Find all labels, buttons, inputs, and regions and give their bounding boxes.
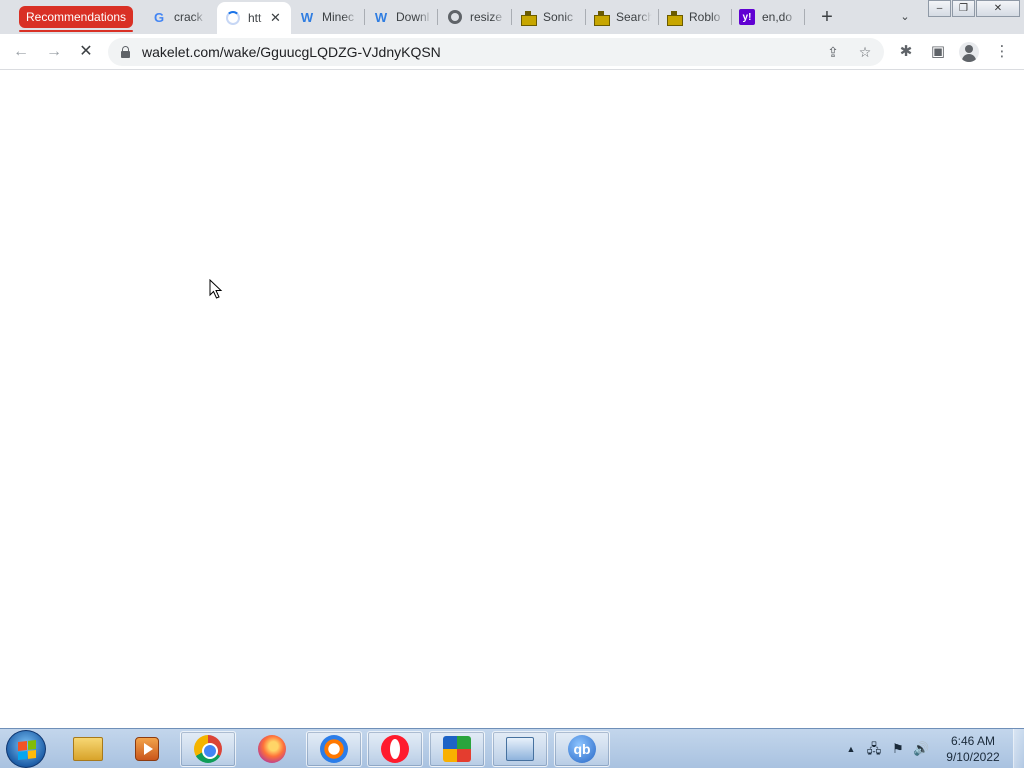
qbittorrent-icon: qb (568, 735, 596, 763)
tab-title: Search (616, 10, 652, 24)
taskbar-control-panel[interactable] (492, 731, 548, 767)
close-window-button[interactable]: ✕ (976, 0, 1020, 17)
tab-resize[interactable]: resize (438, 0, 512, 34)
tab-title: Sonic (543, 10, 574, 24)
opera-icon (381, 735, 409, 763)
close-tab-icon[interactable]: ✕ (270, 10, 281, 26)
windows-logo-icon (18, 740, 36, 760)
new-tab-button[interactable]: + (817, 6, 837, 28)
firefox-icon (258, 735, 286, 763)
address-bar[interactable]: wakelet.com/wake/GguucgLQDZG-VJdnyKQSN ⇪… (108, 38, 884, 66)
browser-toolbar: ← → ✕ wakelet.com/wake/GguucgLQDZG-VJdny… (0, 34, 1024, 70)
tab-title: en,do (762, 10, 793, 24)
share-icon[interactable]: ⇪ (824, 43, 842, 61)
castle-icon (520, 9, 537, 26)
tab-minecraft-wiki[interactable]: W Minec (291, 0, 365, 34)
start-button[interactable] (6, 730, 46, 768)
tab-title: resize (470, 10, 503, 24)
action-center-flag-icon[interactable]: ⚑ (890, 741, 906, 757)
forward-button[interactable]: → (43, 42, 65, 62)
castle-icon (666, 9, 683, 26)
system-clock[interactable]: 6:46 AM 9/10/2022 (936, 733, 1010, 765)
minimize-window-button[interactable]: – (928, 0, 951, 17)
tab-strip: Recommendations G crack htt ✕ W Minec W … (0, 0, 1024, 34)
tab-title: Roblo (689, 10, 721, 24)
tab-search-chevron-icon[interactable]: ⌄ (896, 8, 914, 26)
tab-title: htt (248, 11, 262, 25)
menu-kebab-icon[interactable]: ⋮ (993, 43, 1011, 61)
taskbar-avast-secure-browser[interactable] (306, 731, 362, 767)
volume-icon[interactable]: 🔊 (913, 741, 929, 757)
google-icon: G (153, 9, 165, 25)
page-content (0, 71, 1024, 728)
taskbar-windows-explorer[interactable] (60, 731, 116, 767)
chrome-icon (194, 735, 222, 763)
taskbar-google-chrome[interactable] (180, 731, 236, 767)
taskbar-opera[interactable] (367, 731, 423, 767)
stop-loading-button[interactable]: ✕ (75, 42, 97, 62)
castle-icon (593, 9, 610, 26)
tab-active-wakelet[interactable]: htt ✕ (217, 2, 291, 34)
clock-time: 6:46 AM (950, 734, 996, 748)
mouse-cursor-icon (209, 279, 223, 299)
extensions-puzzle-icon[interactable]: ✱ (897, 43, 915, 61)
back-button[interactable]: ← (10, 42, 32, 62)
tab-title: Downl (396, 10, 430, 24)
folder-icon (73, 737, 103, 761)
tab-download-wiki[interactable]: W Downl (365, 0, 438, 34)
side-panel-icon[interactable]: ▣ (929, 43, 947, 61)
lock-icon[interactable] (121, 46, 130, 58)
bookmark-star-icon[interactable]: ☆ (856, 43, 874, 61)
tab-roblox[interactable]: Roblo (659, 0, 732, 34)
media-player-icon (135, 737, 159, 761)
tab-title: Minec (322, 10, 355, 24)
tab-title: crack (174, 10, 203, 24)
url-text[interactable]: wakelet.com/wake/GguucgLQDZG-VJdnyKQSN (142, 38, 441, 66)
wikipedia-icon: W (300, 9, 314, 25)
taskbar-media-player[interactable] (119, 731, 175, 767)
clock-date: 9/10/2022 (946, 750, 1000, 764)
tab-yahoo[interactable]: y! en,do (732, 0, 805, 34)
taskbar-avg[interactable] (429, 731, 485, 767)
yahoo-icon: y! (739, 9, 755, 25)
loading-spinner-icon (225, 10, 241, 26)
show-desktop-button[interactable] (1013, 729, 1024, 768)
tab-sonic[interactable]: Sonic (512, 0, 586, 34)
control-panel-icon (506, 737, 534, 761)
tab-group-recommendations[interactable]: Recommendations (19, 6, 134, 32)
screen: Recommendations G crack htt ✕ W Minec W … (0, 0, 1024, 768)
windows-taskbar: qb ▲ 🖧 ⚑ 🔊 6:46 AM 9/10/2022 (0, 728, 1024, 768)
profile-avatar-icon[interactable] (959, 42, 979, 62)
restore-window-button[interactable]: ❐ (952, 0, 975, 17)
taskbar-firefox[interactable] (244, 731, 300, 767)
show-hidden-icons-arrow-icon[interactable]: ▲ (843, 741, 859, 757)
globe-icon (447, 9, 463, 25)
wikipedia-icon: W (374, 9, 388, 25)
avast-browser-icon (320, 735, 348, 763)
taskbar-qbittorrent[interactable]: qb (554, 731, 610, 767)
avg-icon (443, 736, 471, 762)
network-icon[interactable]: 🖧 (866, 741, 882, 757)
tab-search[interactable]: Search (586, 0, 659, 34)
tab-crack[interactable]: G crack (141, 0, 217, 34)
